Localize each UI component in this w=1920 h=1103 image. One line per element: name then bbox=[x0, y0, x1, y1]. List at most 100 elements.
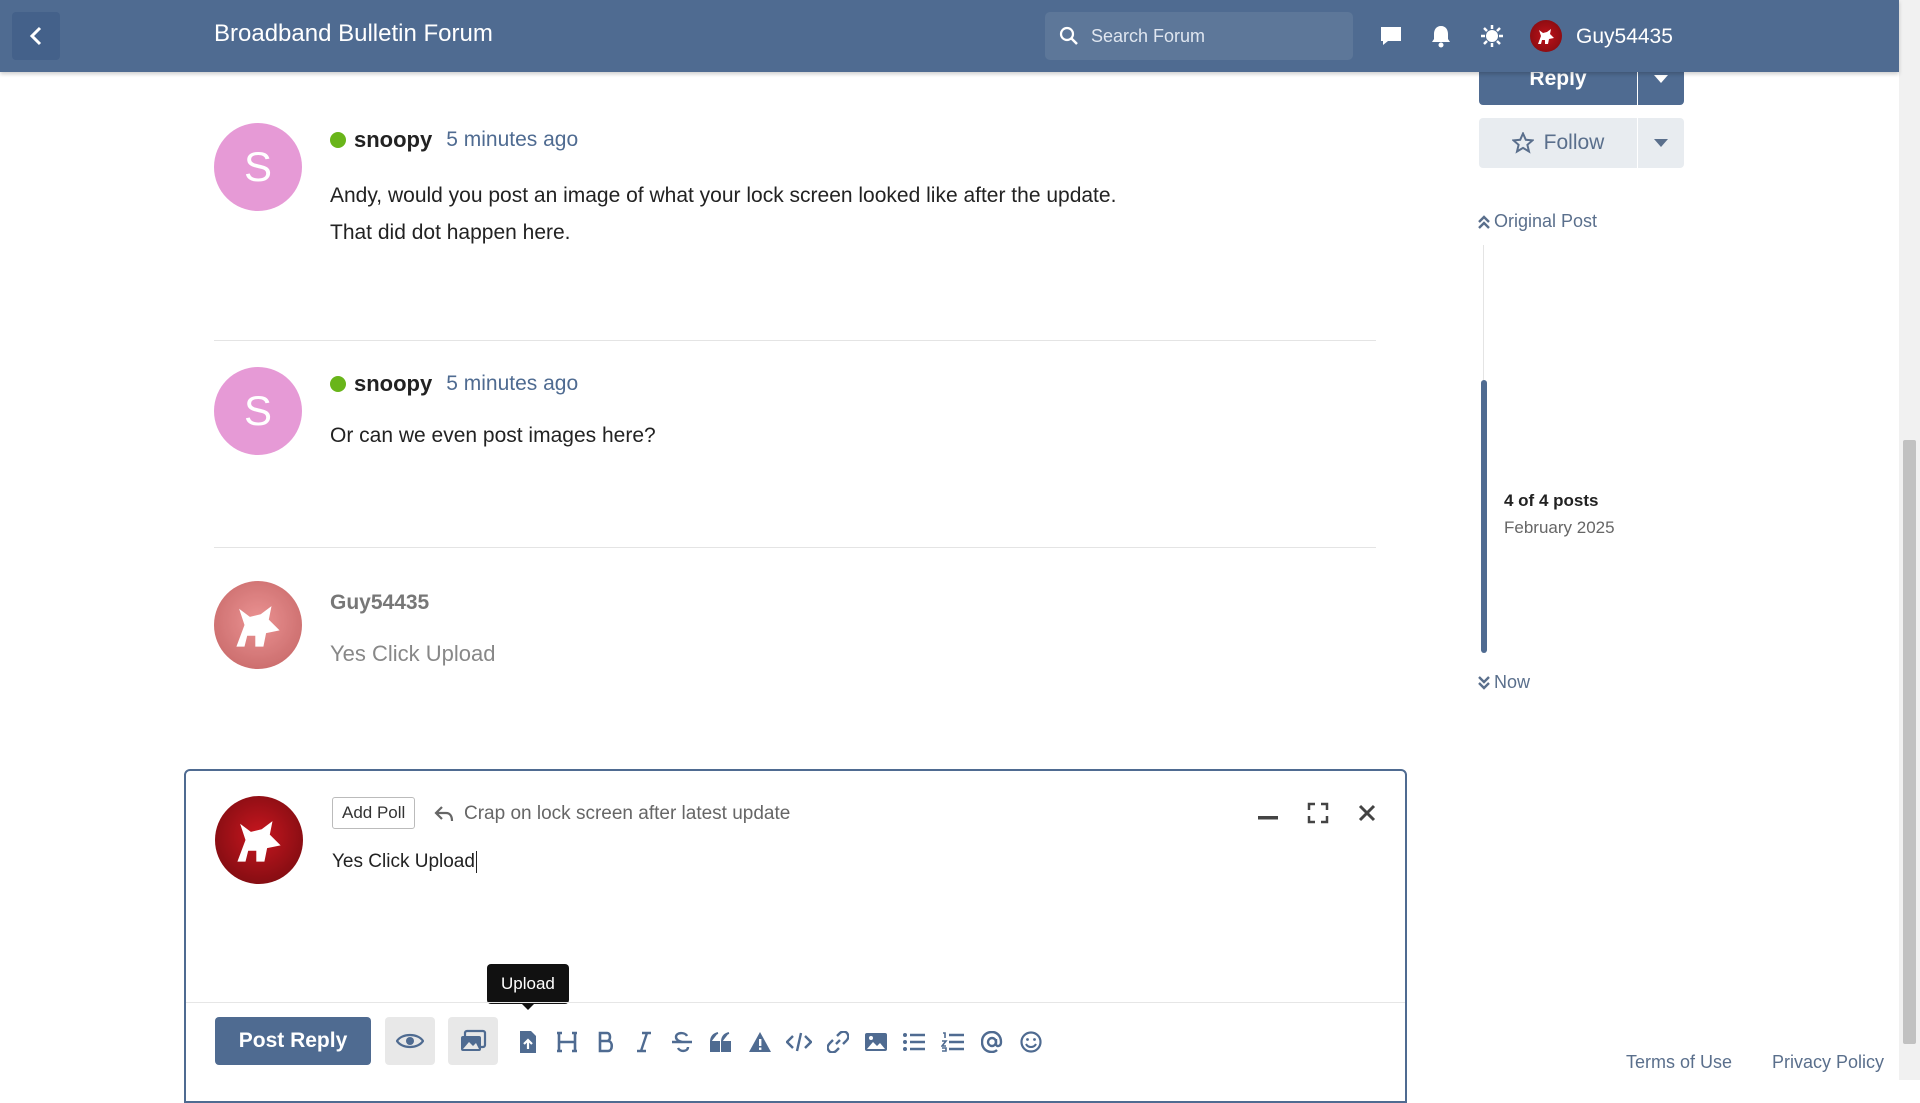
post-content: Or can we even post images here? bbox=[330, 417, 656, 454]
image-gallery-toggle[interactable] bbox=[448, 1017, 498, 1065]
heading-icon bbox=[557, 1031, 577, 1053]
close-button[interactable] bbox=[1353, 799, 1381, 827]
reply-topic-title: Crap on lock screen after latest update bbox=[464, 803, 791, 824]
post-author[interactable]: snoopy bbox=[354, 371, 432, 397]
avatar bbox=[214, 581, 302, 669]
site-title[interactable]: Broadband Bulletin Forum bbox=[214, 20, 493, 48]
user-avatar[interactable] bbox=[1530, 20, 1562, 52]
bold-button[interactable] bbox=[592, 1028, 620, 1056]
post-divider bbox=[214, 340, 1376, 341]
code-icon bbox=[786, 1032, 812, 1052]
timeline-handle[interactable] bbox=[1481, 380, 1487, 653]
reply-topic-link[interactable]: Crap on lock screen after latest update bbox=[434, 803, 790, 825]
italic-icon bbox=[637, 1031, 651, 1053]
original-post-label: Original Post bbox=[1494, 211, 1598, 231]
link-icon bbox=[827, 1031, 849, 1053]
draft-body: Yes Click Upload bbox=[330, 641, 496, 666]
search-box[interactable] bbox=[1045, 12, 1353, 60]
theme-icon[interactable] bbox=[1478, 22, 1506, 50]
fullscreen-button[interactable] bbox=[1304, 799, 1332, 827]
preview-toggle[interactable] bbox=[385, 1017, 435, 1065]
image-button[interactable] bbox=[862, 1028, 890, 1056]
follow-dropdown[interactable] bbox=[1638, 118, 1684, 168]
composer-textarea[interactable]: Yes Click Upload bbox=[332, 851, 477, 873]
avatar[interactable]: S bbox=[214, 123, 302, 211]
wolf-logo-icon bbox=[1538, 29, 1554, 44]
link-button[interactable] bbox=[824, 1028, 852, 1056]
now-label: Now bbox=[1494, 672, 1531, 692]
avatar[interactable]: S bbox=[214, 367, 302, 455]
warning-icon bbox=[749, 1032, 771, 1052]
numbered-list-button[interactable] bbox=[939, 1028, 967, 1056]
minimize-icon bbox=[1258, 816, 1278, 820]
bullet-list-button[interactable] bbox=[900, 1028, 928, 1056]
caret-down-icon bbox=[1654, 139, 1668, 147]
chat-icon[interactable] bbox=[1377, 22, 1405, 50]
post-text-line: Or can we even post images here? bbox=[330, 424, 656, 447]
strikethrough-button[interactable] bbox=[668, 1028, 696, 1056]
draft-preview: Guy54435 Yes Click Upload bbox=[214, 581, 1376, 681]
upload-icon bbox=[520, 1031, 536, 1053]
post-timestamp[interactable]: 5 minutes ago bbox=[446, 128, 578, 152]
bullet-list-icon bbox=[903, 1033, 925, 1051]
quote-icon bbox=[710, 1032, 731, 1052]
numbered-list-icon bbox=[941, 1032, 964, 1052]
caret-down-icon bbox=[1654, 74, 1668, 83]
heading-button[interactable] bbox=[553, 1028, 581, 1056]
follow-split-button: Follow bbox=[1479, 118, 1684, 168]
chevron-left-icon bbox=[29, 26, 42, 46]
reply-arrow-icon bbox=[434, 806, 454, 822]
bold-icon bbox=[598, 1031, 614, 1053]
terms-link[interactable]: Terms of Use bbox=[1626, 1052, 1732, 1073]
add-poll-button[interactable]: Add Poll bbox=[332, 797, 416, 829]
scrollbar-thumb[interactable] bbox=[1903, 440, 1916, 1044]
search-input[interactable] bbox=[1089, 24, 1333, 48]
warning-button[interactable] bbox=[746, 1028, 774, 1056]
bell-icon[interactable] bbox=[1427, 22, 1455, 50]
post-item: S snoopy 5 minutes ago Or can we even po… bbox=[214, 367, 1376, 467]
back-button[interactable] bbox=[12, 12, 60, 60]
preview-icon bbox=[396, 1033, 424, 1049]
emoji-button[interactable] bbox=[1017, 1028, 1045, 1056]
image-icon bbox=[865, 1033, 887, 1051]
italic-button[interactable] bbox=[630, 1028, 658, 1056]
post-reply-button[interactable]: Post Reply bbox=[215, 1017, 371, 1065]
code-button[interactable] bbox=[785, 1028, 813, 1056]
avatar bbox=[215, 796, 303, 884]
mention-icon bbox=[981, 1031, 1003, 1053]
follow-label: Follow bbox=[1543, 131, 1605, 154]
draft-author: Guy54435 bbox=[330, 591, 430, 614]
timeline-track bbox=[1483, 245, 1484, 380]
text-caret bbox=[475, 851, 477, 873]
original-post-link[interactable]: Original Post bbox=[1477, 211, 1597, 232]
search-icon bbox=[1059, 26, 1078, 45]
composer-divider bbox=[186, 1002, 1405, 1003]
online-status-dot bbox=[330, 132, 346, 148]
post-timestamp[interactable]: 5 minutes ago bbox=[446, 372, 578, 396]
timeline-post-count: 4 of 4 posts bbox=[1504, 491, 1599, 510]
post-divider bbox=[214, 547, 1376, 548]
strikethrough-icon bbox=[672, 1031, 692, 1053]
image-gallery-icon bbox=[461, 1029, 487, 1051]
star-icon bbox=[1511, 132, 1534, 154]
post-content: Andy, would you post an image of what yo… bbox=[330, 177, 1116, 251]
wolf-logo-icon bbox=[236, 606, 280, 647]
now-link[interactable]: Now bbox=[1477, 672, 1530, 693]
header-username[interactable]: Guy54435 bbox=[1576, 25, 1673, 49]
double-chevron-down-icon bbox=[1478, 675, 1490, 690]
wolf-logo-icon bbox=[237, 821, 281, 862]
double-chevron-up-icon bbox=[1478, 214, 1490, 229]
minimize-button[interactable] bbox=[1254, 799, 1282, 827]
follow-button[interactable]: Follow bbox=[1479, 118, 1637, 168]
upload-tooltip: Upload bbox=[487, 964, 569, 1010]
upload-button[interactable] bbox=[514, 1028, 542, 1056]
post-meta: snoopy 5 minutes ago bbox=[330, 371, 578, 397]
post-item: S snoopy 5 minutes ago Andy, would you p… bbox=[214, 123, 1376, 244]
post-author[interactable]: snoopy bbox=[354, 127, 432, 153]
mention-button[interactable] bbox=[978, 1028, 1006, 1056]
timeline-date: February 2025 bbox=[1504, 518, 1615, 537]
post-text-line: Andy, would you post an image of what yo… bbox=[330, 184, 1117, 207]
privacy-link[interactable]: Privacy Policy bbox=[1772, 1052, 1884, 1073]
quote-button[interactable] bbox=[707, 1028, 735, 1056]
emoji-icon bbox=[1020, 1031, 1042, 1053]
